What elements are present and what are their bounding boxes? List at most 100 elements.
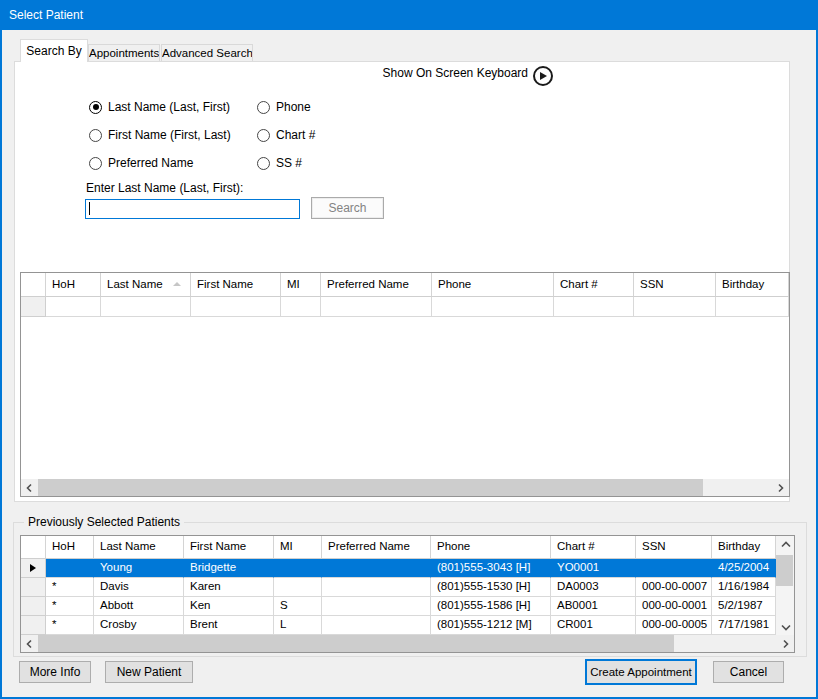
grid-cell[interactable]: Karen bbox=[184, 578, 274, 597]
column-header-phone[interactable]: Phone bbox=[431, 536, 551, 559]
row-selector-cell[interactable] bbox=[21, 559, 46, 578]
tab-search-by[interactable]: Search By bbox=[20, 39, 88, 62]
horizontal-scroll-thumb[interactable] bbox=[38, 479, 703, 496]
grid-cell[interactable] bbox=[281, 297, 321, 317]
grid-cell[interactable]: 000-00-0001 bbox=[636, 597, 712, 616]
scroll-down-button[interactable] bbox=[777, 618, 794, 635]
search-button[interactable]: Search bbox=[311, 197, 384, 219]
grid-cell[interactable] bbox=[191, 297, 281, 317]
grid-cell[interactable] bbox=[554, 297, 634, 317]
grid-cell[interactable]: S bbox=[274, 597, 322, 616]
grid-cell[interactable]: Bridgette bbox=[184, 559, 274, 578]
column-header-first-name[interactable]: First Name bbox=[191, 273, 281, 297]
column-header-hoh[interactable]: HoH bbox=[46, 273, 101, 297]
column-header-phone[interactable]: Phone bbox=[432, 273, 554, 297]
column-header-preferred-name[interactable]: Preferred Name bbox=[321, 273, 432, 297]
grid-cell[interactable] bbox=[716, 297, 789, 317]
tab-appointments[interactable]: Appointments bbox=[88, 44, 160, 61]
grid-cell[interactable] bbox=[322, 597, 431, 616]
column-header-last-name[interactable]: Last Name bbox=[94, 536, 184, 559]
row-selector-header[interactable] bbox=[21, 536, 46, 559]
grid-cell[interactable] bbox=[636, 559, 712, 578]
radio-ss-number[interactable]: SS # bbox=[257, 156, 302, 170]
grid-cell[interactable]: 1/16/1984 bbox=[712, 578, 776, 597]
table-row[interactable]: YoungBridgette (801)555-3043 [H]YO0001 4/2… bbox=[21, 559, 794, 578]
horizontal-scroll-thumb[interactable] bbox=[38, 635, 674, 652]
show-keyboard-icon[interactable] bbox=[533, 66, 553, 86]
grid-cell[interactable]: 7/17/1981 bbox=[712, 616, 776, 635]
scroll-up-button[interactable] bbox=[777, 536, 794, 553]
title-bar[interactable]: Select Patient bbox=[0, 0, 818, 30]
column-header-ssn[interactable]: SSN bbox=[634, 273, 716, 297]
tab-advanced-search[interactable]: Advanced Search bbox=[161, 44, 253, 61]
grid-cell[interactable]: L bbox=[274, 616, 322, 635]
radio-chart-number[interactable]: Chart # bbox=[257, 128, 315, 142]
grid-cell[interactable]: CR001 bbox=[551, 616, 636, 635]
scroll-left-button[interactable] bbox=[21, 635, 38, 652]
grid-cell[interactable]: AB0001 bbox=[551, 597, 636, 616]
grid-cell[interactable]: (801)555-3043 [H] bbox=[431, 559, 551, 578]
cancel-button[interactable]: Cancel bbox=[713, 661, 784, 683]
row-selector-cell[interactable] bbox=[21, 297, 46, 317]
grid-cell[interactable]: 5/2/1987 bbox=[712, 597, 776, 616]
grid-cell[interactable]: Ken bbox=[184, 597, 274, 616]
grid-cell[interactable]: Abbott bbox=[94, 597, 184, 616]
radio-last-name[interactable]: Last Name (Last, First) bbox=[89, 100, 230, 114]
vertical-scroll-thumb[interactable] bbox=[776, 555, 793, 586]
grid-cell[interactable] bbox=[274, 578, 322, 597]
grid-cell[interactable]: * bbox=[46, 597, 94, 616]
row-selector-cell[interactable] bbox=[21, 578, 46, 597]
grid-cell[interactable] bbox=[101, 297, 191, 317]
radio-first-name[interactable]: First Name (First, Last) bbox=[89, 128, 231, 142]
grid-cell[interactable] bbox=[274, 559, 322, 578]
grid-cell[interactable]: DA0003 bbox=[551, 578, 636, 597]
grid-cell[interactable] bbox=[321, 297, 432, 317]
table-row[interactable] bbox=[21, 297, 789, 317]
column-header-mi[interactable]: MI bbox=[281, 273, 321, 297]
row-selector-header[interactable] bbox=[21, 273, 46, 297]
new-patient-button[interactable]: New Patient bbox=[105, 661, 193, 683]
table-row[interactable]: *AbbottKenS (801)555-1586 [H]AB0001000-00… bbox=[21, 597, 794, 616]
grid-cell[interactable]: (801)555-1530 [H] bbox=[431, 578, 551, 597]
row-selector-cell[interactable] bbox=[21, 616, 46, 635]
grid-cell[interactable] bbox=[634, 297, 716, 317]
scroll-right-button[interactable] bbox=[777, 635, 794, 652]
grid-cell[interactable]: Young bbox=[94, 559, 184, 578]
table-row[interactable]: *CrosbyBrentL(801)555-1212 [M]CR001000-0… bbox=[21, 616, 794, 635]
column-header-mi[interactable]: MI bbox=[274, 536, 322, 559]
grid-cell[interactable]: * bbox=[46, 578, 94, 597]
row-selector-cell[interactable] bbox=[21, 597, 46, 616]
grid-cell[interactable]: 4/25/2004 bbox=[712, 559, 776, 578]
column-header-birthday[interactable]: Birthday bbox=[716, 273, 789, 297]
table-row[interactable]: *DavisKaren (801)555-1530 [H]DA0003000-00… bbox=[21, 578, 794, 597]
column-header-hoh[interactable]: HoH bbox=[46, 536, 94, 559]
column-header-chart-[interactable]: Chart # bbox=[554, 273, 634, 297]
grid-cell[interactable] bbox=[46, 297, 101, 317]
radio-phone[interactable]: Phone bbox=[257, 100, 311, 114]
grid-cell[interactable]: Davis bbox=[94, 578, 184, 597]
column-header-chart-[interactable]: Chart # bbox=[551, 536, 636, 559]
grid-cell[interactable]: Brent bbox=[184, 616, 274, 635]
create-appointment-button[interactable]: Create Appointment bbox=[585, 659, 697, 685]
grid-cell[interactable]: * bbox=[46, 616, 94, 635]
grid-cell[interactable]: YO0001 bbox=[551, 559, 636, 578]
horizontal-scrollbar[interactable] bbox=[21, 479, 789, 496]
last-name-input[interactable] bbox=[85, 199, 300, 219]
column-header-ssn[interactable]: SSN bbox=[636, 536, 712, 559]
grid-cell[interactable]: 000-00-0007 bbox=[636, 578, 712, 597]
grid-cell[interactable] bbox=[432, 297, 554, 317]
vertical-scrollbar[interactable] bbox=[776, 536, 794, 635]
scroll-right-button[interactable] bbox=[772, 479, 789, 496]
grid-cell[interactable]: (801)555-1586 [H] bbox=[431, 597, 551, 616]
column-header-last-name[interactable]: Last Name bbox=[101, 273, 191, 297]
more-info-button[interactable]: More Info bbox=[19, 661, 91, 683]
previous-patients-grid[interactable]: HoHLast NameFirst NameMIPreferred NamePh… bbox=[20, 535, 795, 653]
scroll-left-button[interactable] bbox=[21, 479, 38, 496]
grid-cell[interactable] bbox=[322, 616, 431, 635]
column-header-birthday[interactable]: Birthday bbox=[712, 536, 776, 559]
search-results-grid[interactable]: HoHLast NameFirst NameMIPreferred NamePh… bbox=[20, 272, 790, 497]
grid-cell[interactable]: 000-00-0005 bbox=[636, 616, 712, 635]
grid-cell[interactable] bbox=[46, 559, 94, 578]
grid-cell[interactable] bbox=[322, 578, 431, 597]
column-header-preferred-name[interactable]: Preferred Name bbox=[322, 536, 431, 559]
